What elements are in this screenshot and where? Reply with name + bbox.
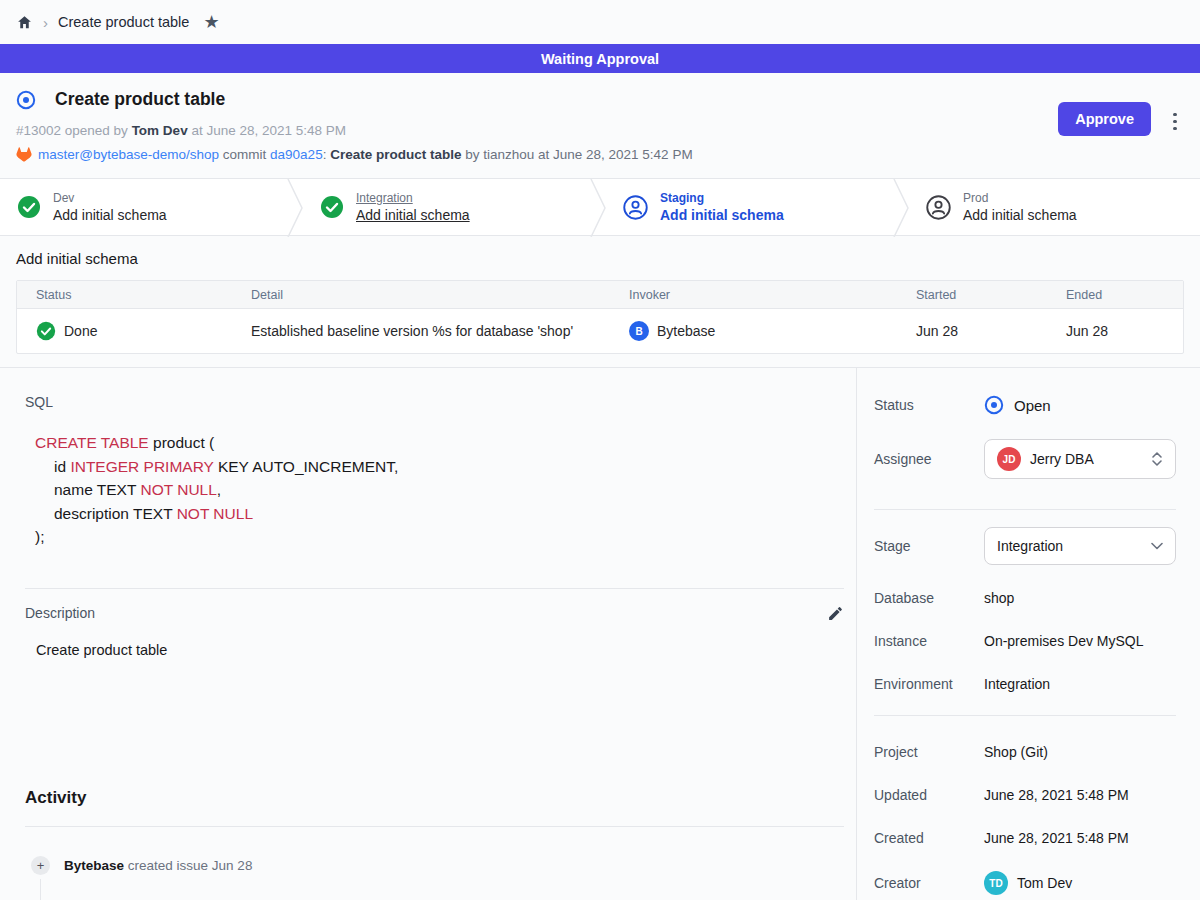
instance-value[interactable]: On-premises Dev MySQL	[984, 633, 1143, 649]
bytebase-avatar: B	[629, 321, 649, 341]
person-circle-icon	[623, 195, 648, 220]
activity-timeline	[40, 879, 42, 900]
breadcrumb-separator: ›	[43, 14, 48, 31]
status-banner: Waiting Approval	[0, 44, 1200, 73]
stage-env-label: Prod	[963, 191, 1077, 205]
sql-code: CREATE TABLE product ( id INTEGER PRIMAR…	[25, 431, 844, 549]
environment-value: Integration	[984, 676, 1050, 692]
status-value: Open	[984, 395, 1051, 415]
issue-header: Create product table #13002 opened by To…	[0, 73, 1200, 178]
task-table-header: Status Detail Invoker Started Ended	[17, 281, 1183, 309]
stage-separator	[893, 179, 909, 237]
creator-label: Creator	[874, 875, 984, 891]
issue-sidebar: Status Open Assignee JD Jerry DBA Stage …	[857, 368, 1200, 900]
assignee-avatar: JD	[997, 447, 1021, 471]
task-table-row[interactable]: Done Established baseline version %s for…	[17, 309, 1183, 353]
issue-meta: #13002 opened by Tom Dev at June 28, 202…	[16, 123, 1184, 138]
issue-title: Create product table	[55, 89, 225, 110]
sql-label: SQL	[25, 394, 844, 410]
main-panel: SQL CREATE TABLE product ( id INTEGER PR…	[0, 368, 857, 900]
issue-author: Tom Dev	[132, 123, 188, 138]
task-heading: Add initial schema	[16, 250, 1184, 267]
stage-task-label: Add initial schema	[53, 207, 167, 223]
database-value[interactable]: shop	[984, 590, 1014, 606]
project-label: Project	[874, 744, 984, 760]
check-circle-icon	[17, 195, 41, 219]
assignee-label: Assignee	[874, 451, 984, 467]
database-label: Database	[874, 590, 984, 606]
plus-icon: +	[31, 856, 50, 875]
description-label: Description	[25, 605, 95, 621]
stage-task-label: Add initial schema	[660, 207, 784, 223]
activity-item: + Bytebase created issue Jun 28	[25, 856, 844, 875]
stage-separator	[287, 179, 303, 237]
stage-staging[interactable]: Staging Add initial schema	[606, 179, 893, 235]
stage-env-label: Integration	[356, 191, 470, 205]
breadcrumb: › Create product table ★	[0, 0, 1200, 44]
check-circle-icon	[36, 321, 56, 341]
activity-actor: Bytebase	[64, 858, 124, 873]
creator-value: TD Tom Dev	[984, 871, 1072, 895]
stage-integration[interactable]: Integration Add initial schema	[303, 179, 590, 235]
commit-hash-link[interactable]: da90a25	[270, 147, 323, 162]
stage-separator	[590, 179, 606, 237]
stage-select[interactable]: Integration	[984, 527, 1176, 565]
task-status: Done	[64, 323, 97, 339]
description-text[interactable]: Create product table	[25, 642, 844, 658]
approve-button[interactable]: Approve	[1058, 102, 1151, 136]
stage-env-label: Dev	[53, 191, 167, 205]
created-value: June 28, 2021 5:48 PM	[984, 830, 1129, 846]
instance-label: Instance	[874, 633, 984, 649]
check-circle-icon	[320, 195, 344, 219]
updown-chevron-icon	[1151, 451, 1163, 467]
task-invoker: Bytebase	[657, 323, 715, 339]
stage-env-label: Staging	[660, 191, 784, 205]
task-table: Status Detail Invoker Started Ended Done…	[16, 280, 1184, 354]
activity-heading: Activity	[25, 788, 844, 808]
activity-action: created issue Jun 28	[128, 858, 253, 873]
stage-task-label: Add initial schema	[356, 207, 470, 223]
open-status-icon	[984, 395, 1004, 415]
edit-pencil-icon[interactable]	[827, 605, 844, 622]
stage-task-label: Add initial schema	[963, 207, 1077, 223]
status-banner-text: Waiting Approval	[541, 51, 659, 67]
assignee-select[interactable]: JD Jerry DBA	[984, 439, 1176, 479]
commit-line: master@bytebase-demo/shop commit da90a25…	[16, 147, 1184, 162]
stage-label: Stage	[874, 538, 984, 554]
task-ended: Jun 28	[1047, 323, 1183, 339]
more-menu-icon[interactable]	[1172, 109, 1178, 134]
commit-message: Create product table	[330, 147, 461, 162]
created-label: Created	[874, 830, 984, 846]
gitlab-icon	[16, 147, 32, 162]
person-circle-icon	[926, 195, 951, 220]
creator-avatar: TD	[984, 871, 1008, 895]
commit-branch-link[interactable]: master@bytebase-demo/shop	[38, 147, 219, 162]
chevron-down-icon	[1151, 542, 1163, 550]
stage-prod[interactable]: Prod Add initial schema	[909, 179, 1196, 235]
star-icon[interactable]: ★	[203, 11, 219, 33]
status-label: Status	[874, 397, 984, 413]
environment-label: Environment	[874, 676, 984, 692]
home-icon[interactable]	[16, 14, 33, 31]
stage-pipeline: Dev Add initial schema Integration Add ini…	[0, 178, 1200, 236]
task-started: Jun 28	[897, 323, 1047, 339]
updated-label: Updated	[874, 787, 984, 803]
updated-value: June 28, 2021 5:48 PM	[984, 787, 1129, 803]
issue-open-icon	[16, 90, 36, 110]
task-section: Add initial schema Status Detail Invoker…	[0, 236, 1200, 354]
stage-dev[interactable]: Dev Add initial schema	[0, 179, 287, 235]
task-detail: Established baseline version %s for data…	[232, 323, 610, 339]
project-value[interactable]: Shop (Git)	[984, 744, 1048, 760]
breadcrumb-title[interactable]: Create product table	[58, 14, 189, 30]
